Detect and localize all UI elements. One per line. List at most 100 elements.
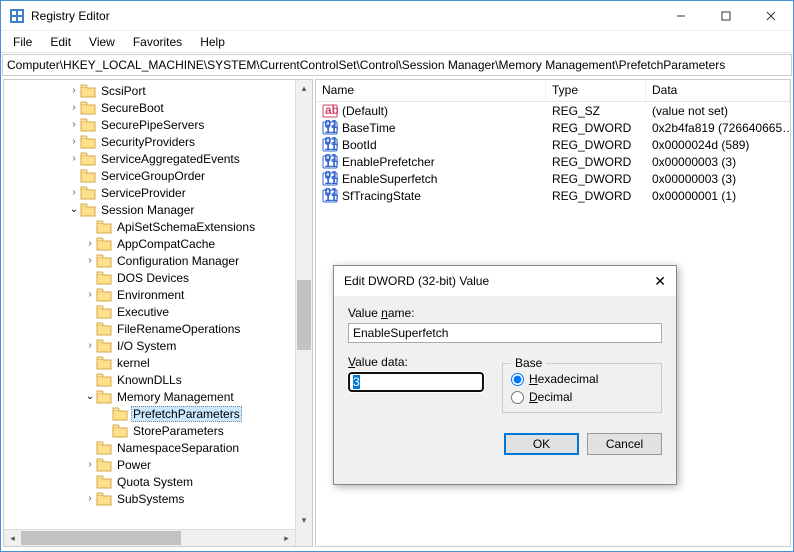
tree-item[interactable]: ApiSetSchemaExtensions <box>4 218 312 235</box>
scroll-right-icon[interactable]: ▸ <box>278 530 295 546</box>
value-row[interactable]: 011110SfTracingStateREG_DWORD0x00000001 … <box>316 187 790 204</box>
folder-icon <box>96 254 112 268</box>
caret-collapsed-icon[interactable]: › <box>84 238 96 249</box>
value-name: EnablePrefetcher <box>342 155 435 169</box>
caret-collapsed-icon[interactable]: › <box>84 459 96 470</box>
binary-value-icon: 011110 <box>322 154 338 170</box>
tree-item[interactable]: › ServiceProvider <box>4 184 312 201</box>
value-name: BaseTime <box>342 121 396 135</box>
dialog-close-button[interactable]: ✕ <box>654 273 666 290</box>
tree-item-label: FileRenameOperations <box>115 322 242 336</box>
value-data: 0x00000003 (3) <box>646 155 790 169</box>
edit-dword-dialog: Edit DWORD (32-bit) Value ✕ Value name: … <box>333 265 677 485</box>
tree-item[interactable]: ›SecureBoot <box>4 99 312 116</box>
close-button[interactable] <box>748 1 793 30</box>
tree-item[interactable]: Quota System <box>4 473 312 490</box>
string-value-icon: ab <box>322 103 338 119</box>
tree-item-label: DOS Devices <box>115 271 191 285</box>
ok-button[interactable]: OK <box>504 433 579 455</box>
caret-collapsed-icon[interactable]: › <box>84 289 96 300</box>
folder-icon <box>96 339 112 353</box>
tree-item[interactable]: DOS Devices <box>4 269 312 286</box>
caret-collapsed-icon[interactable]: › <box>84 340 96 351</box>
tree-pane: ›ScsiPort›SecureBoot›SecurePipeServers›S… <box>3 79 313 547</box>
menu-help[interactable]: Help <box>200 35 225 49</box>
value-name-input[interactable] <box>348 323 662 343</box>
menu-edit[interactable]: Edit <box>50 35 71 49</box>
tree-item[interactable]: › ScsiPort <box>4 82 312 99</box>
caret-collapsed-icon[interactable]: › <box>68 153 80 164</box>
tree-item-label: ServiceProvider <box>99 186 188 200</box>
scroll-up-icon[interactable]: ▴ <box>296 80 312 97</box>
tree-item-label: ScsiPort <box>99 84 148 98</box>
value-row[interactable]: 011110EnableSuperfetchREG_DWORD0x0000000… <box>316 170 790 187</box>
menu-favorites[interactable]: Favorites <box>133 35 182 49</box>
tree-scrollbar-v[interactable]: ▴ ▾ <box>295 80 312 546</box>
tree-item-label: Memory Management <box>115 390 236 404</box>
tree-item-label: SecurePipeServers <box>99 118 206 132</box>
maximize-button[interactable] <box>703 1 748 30</box>
value-data: 0x00000003 (3) <box>646 172 790 186</box>
tree-scrollbar-h[interactable]: ◂ ▸ <box>4 529 295 546</box>
scroll-thumb[interactable] <box>297 280 311 350</box>
value-row[interactable]: 011110EnablePrefetcherREG_DWORD0x0000000… <box>316 153 790 170</box>
tree-item[interactable]: ⌄ Session Manager <box>4 201 312 218</box>
caret-expanded-icon[interactable]: ⌄ <box>68 204 80 215</box>
tree-item[interactable]: PrefetchParameters <box>4 405 312 422</box>
tree-item[interactable]: ›Configuration Manager <box>4 252 312 269</box>
value-row[interactable]: 011110BaseTimeREG_DWORD0x2b4fa819 (72664… <box>316 119 790 136</box>
dialog-title: Edit DWORD (32-bit) Value <box>344 274 654 288</box>
svg-text:110: 110 <box>325 139 339 153</box>
tree-item[interactable]: NamespaceSeparation <box>4 439 312 456</box>
caret-collapsed-icon[interactable]: › <box>68 85 80 96</box>
caret-collapsed-icon[interactable]: › <box>68 102 80 113</box>
binary-value-icon: 011110 <box>322 171 338 187</box>
tree-item[interactable]: ›Environment <box>4 286 312 303</box>
minimize-button[interactable] <box>658 1 703 30</box>
value-data-input[interactable] <box>348 372 484 392</box>
tree-item[interactable]: › SecurePipeServers <box>4 116 312 133</box>
caret-collapsed-icon[interactable]: › <box>68 136 80 147</box>
value-row[interactable]: ab(Default)REG_SZ(value not set) <box>316 102 790 119</box>
tree-item[interactable]: ›AppCompatCache <box>4 235 312 252</box>
caret-collapsed-icon[interactable]: › <box>68 187 80 198</box>
col-name[interactable]: Name <box>316 80 546 101</box>
tree-item-label: I/O System <box>115 339 178 353</box>
folder-icon <box>96 390 112 404</box>
scroll-left-icon[interactable]: ◂ <box>4 530 21 546</box>
col-type[interactable]: Type <box>546 80 646 101</box>
tree-item-label: ServiceAggregatedEvents <box>99 152 242 166</box>
tree-item[interactable]: › I/O System <box>4 337 312 354</box>
col-data[interactable]: Data <box>646 80 790 101</box>
radio-hexadecimal[interactable]: Hexadecimal <box>511 372 653 386</box>
tree-item[interactable]: › ServiceAggregatedEvents <box>4 150 312 167</box>
tree-item[interactable]: › Power <box>4 456 312 473</box>
tree-item[interactable]: ›SubSystems <box>4 490 312 507</box>
tree-item-label: Power <box>115 458 153 472</box>
tree-item[interactable]: FileRenameOperations <box>4 320 312 337</box>
tree-item[interactable]: ⌄ Memory Management <box>4 388 312 405</box>
tree-item[interactable]: ServiceGroupOrder <box>4 167 312 184</box>
tree-item[interactable]: kernel <box>4 354 312 371</box>
cancel-button[interactable]: Cancel <box>587 433 662 455</box>
address-bar[interactable]: Computer\HKEY_LOCAL_MACHINE\SYSTEM\Curre… <box>2 54 792 76</box>
menu-file[interactable]: File <box>13 35 32 49</box>
tree-item[interactable]: Executive <box>4 303 312 320</box>
value-data: 0x00000001 (1) <box>646 189 790 203</box>
tree-item-label: Session Manager <box>99 203 196 217</box>
tree-item[interactable]: KnownDLLs <box>4 371 312 388</box>
caret-collapsed-icon[interactable]: › <box>68 119 80 130</box>
value-row[interactable]: 011110BootIdREG_DWORD0x0000024d (589) <box>316 136 790 153</box>
tree-item[interactable]: ›SecurityProviders <box>4 133 312 150</box>
scroll-down-icon[interactable]: ▾ <box>296 512 312 529</box>
menu-view[interactable]: View <box>89 35 115 49</box>
tree-item[interactable]: StoreParameters <box>4 422 312 439</box>
caret-collapsed-icon[interactable]: › <box>84 255 96 266</box>
radio-decimal[interactable]: Decimal <box>511 390 653 404</box>
folder-icon <box>96 322 112 336</box>
tree-item-label: Executive <box>115 305 171 319</box>
folder-icon <box>96 220 112 234</box>
scroll-thumb-h[interactable] <box>21 531 181 545</box>
caret-collapsed-icon[interactable]: › <box>84 493 96 504</box>
caret-expanded-icon[interactable]: ⌄ <box>84 391 96 402</box>
